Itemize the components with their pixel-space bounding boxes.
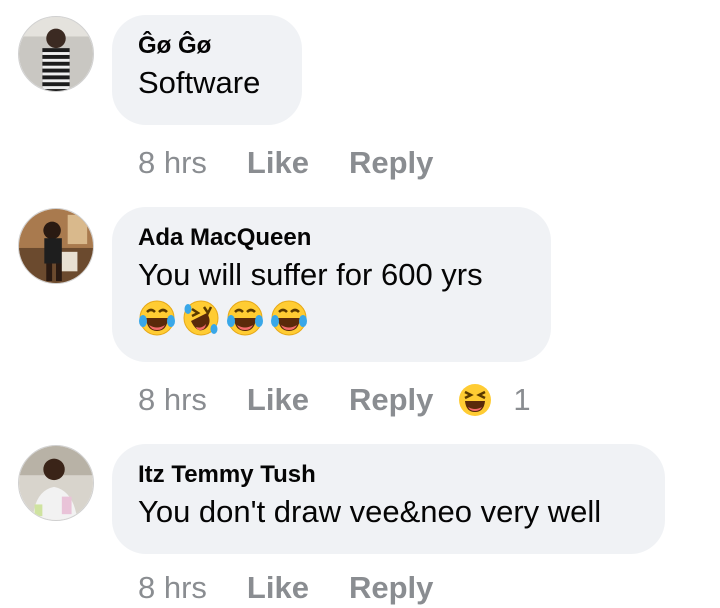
like-button[interactable]: Like [247, 143, 309, 183]
like-button[interactable]: Like [247, 380, 309, 420]
laughing-tears-emoji [270, 299, 308, 337]
comment-timestamp[interactable]: 8 hrs [138, 380, 207, 420]
laughing-tears-emoji [226, 299, 264, 337]
emoji-row [138, 299, 525, 337]
rolling-laughing-emoji [182, 299, 220, 337]
reaction-count[interactable]: 1 [513, 380, 530, 420]
comment-text: You don't draw vee&neo very well [138, 494, 602, 529]
avatar[interactable] [18, 208, 94, 284]
comment-timestamp[interactable]: 8 hrs [138, 143, 207, 183]
comment-author[interactable]: Itz Temmy Tush [138, 460, 639, 490]
comment-actions: 8 hrs Like Reply [138, 568, 433, 608]
comment-timestamp[interactable]: 8 hrs [138, 568, 207, 608]
reply-button[interactable]: Reply [349, 380, 433, 420]
comment-actions: 8 hrs Like Reply 1 [138, 380, 531, 420]
reply-button[interactable]: Reply [349, 568, 433, 608]
comment-bubble: Itz Temmy Tush You don't draw vee&neo ve… [112, 444, 665, 554]
comment-actions: 8 hrs Like Reply [138, 143, 433, 183]
comment-author[interactable]: Ada MacQueen [138, 223, 525, 253]
haha-reaction-icon[interactable] [457, 382, 493, 418]
avatar[interactable] [18, 445, 94, 521]
comment-bubble: Ĝø Ĝø Software [112, 15, 302, 125]
avatar[interactable] [18, 16, 94, 92]
comment-author[interactable]: Ĝø Ĝø [138, 31, 276, 61]
comment-text: You will suffer for 600 yrs [138, 257, 483, 292]
comment-text: Software [138, 65, 261, 100]
like-button[interactable]: Like [247, 568, 309, 608]
reply-button[interactable]: Reply [349, 143, 433, 183]
laughing-tears-emoji [138, 299, 176, 337]
comment-bubble: Ada MacQueen You will suffer for 600 yrs [112, 207, 551, 362]
